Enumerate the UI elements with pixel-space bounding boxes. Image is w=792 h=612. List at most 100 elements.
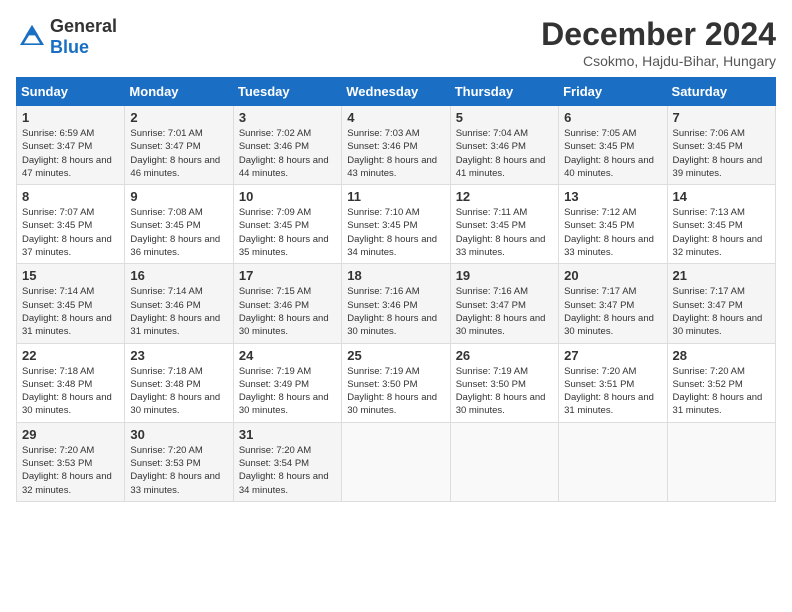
- day-number: 24: [239, 348, 336, 363]
- logo-blue-text: Blue: [50, 37, 89, 57]
- month-title: December 2024: [541, 16, 776, 53]
- day-info: Sunrise: 7:19 AMSunset: 3:50 PMDaylight:…: [456, 365, 553, 418]
- day-info: Sunrise: 7:16 AMSunset: 3:46 PMDaylight:…: [347, 285, 444, 338]
- day-info: Sunrise: 7:20 AMSunset: 3:53 PMDaylight:…: [22, 444, 119, 497]
- day-info: Sunrise: 7:07 AMSunset: 3:45 PMDaylight:…: [22, 206, 119, 259]
- calendar-cell: 19Sunrise: 7:16 AMSunset: 3:47 PMDayligh…: [450, 264, 558, 343]
- day-number: 15: [22, 268, 119, 283]
- column-header-sunday: Sunday: [17, 78, 125, 106]
- day-number: 9: [130, 189, 227, 204]
- day-number: 31: [239, 427, 336, 442]
- day-info: Sunrise: 7:20 AMSunset: 3:54 PMDaylight:…: [239, 444, 336, 497]
- day-number: 28: [673, 348, 770, 363]
- calendar-cell: 5 Sunrise: 7:04 AMSunset: 3:46 PMDaylight…: [450, 106, 558, 185]
- day-info: Sunrise: 7:18 AMSunset: 3:48 PMDaylight:…: [130, 365, 227, 418]
- day-info: Sunrise: 7:19 AMSunset: 3:49 PMDaylight:…: [239, 365, 336, 418]
- day-number: 14: [673, 189, 770, 204]
- day-number: 10: [239, 189, 336, 204]
- calendar-cell: 14 Sunrise: 7:13 AMSunset: 3:45 PMDayligh…: [667, 185, 775, 264]
- calendar-cell: 20 Sunrise: 7:17 AMSunset: 3:47 PMDayligh…: [559, 264, 667, 343]
- calendar-cell: 9Sunrise: 7:08 AMSunset: 3:45 PMDaylight…: [125, 185, 233, 264]
- day-number: 20: [564, 268, 661, 283]
- calendar-cell: 6Sunrise: 7:05 AMSunset: 3:45 PMDaylight…: [559, 106, 667, 185]
- calendar-cell: 15 Sunrise: 7:14 AMSunset: 3:45 PMDayligh…: [17, 264, 125, 343]
- day-info: Sunrise: 7:13 AMSunset: 3:45 PMDaylight:…: [673, 206, 770, 259]
- day-info: Sunrise: 7:20 AMSunset: 3:53 PMDaylight:…: [130, 444, 227, 497]
- calendar-cell: 12Sunrise: 7:11 AMSunset: 3:45 PMDayligh…: [450, 185, 558, 264]
- column-header-saturday: Saturday: [667, 78, 775, 106]
- day-number: 2: [130, 110, 227, 125]
- day-info: Sunrise: 7:16 AMSunset: 3:47 PMDaylight:…: [456, 285, 553, 338]
- calendar-cell: 25 Sunrise: 7:19 AMSunset: 3:50 PMDayligh…: [342, 343, 450, 422]
- calendar-cell: 17Sunrise: 7:15 AMSunset: 3:46 PMDayligh…: [233, 264, 341, 343]
- calendar-cell: 2Sunrise: 7:01 AMSunset: 3:47 PMDaylight…: [125, 106, 233, 185]
- day-info: Sunrise: 7:14 AMSunset: 3:45 PMDaylight:…: [22, 285, 119, 338]
- day-number: 1: [22, 110, 119, 125]
- day-number: 26: [456, 348, 553, 363]
- calendar-cell: 26 Sunrise: 7:19 AMSunset: 3:50 PMDayligh…: [450, 343, 558, 422]
- day-info: Sunrise: 7:17 AMSunset: 3:47 PMDaylight:…: [673, 285, 770, 338]
- calendar-table: SundayMondayTuesdayWednesdayThursdayFrid…: [16, 77, 776, 502]
- column-header-thursday: Thursday: [450, 78, 558, 106]
- day-number: 21: [673, 268, 770, 283]
- calendar-cell: 8 Sunrise: 7:07 AMSunset: 3:45 PMDaylight…: [17, 185, 125, 264]
- day-number: 16: [130, 268, 227, 283]
- calendar-cell: 28 Sunrise: 7:20 AMSunset: 3:52 PMDayligh…: [667, 343, 775, 422]
- calendar-cell: 22 Sunrise: 7:18 AMSunset: 3:48 PMDayligh…: [17, 343, 125, 422]
- day-number: 25: [347, 348, 444, 363]
- column-header-friday: Friday: [559, 78, 667, 106]
- calendar-cell: 30 Sunrise: 7:20 AMSunset: 3:53 PMDayligh…: [125, 422, 233, 501]
- day-info: Sunrise: 7:04 AMSunset: 3:46 PMDaylight:…: [456, 127, 553, 180]
- day-info: Sunrise: 7:17 AMSunset: 3:47 PMDaylight:…: [564, 285, 661, 338]
- day-number: 30: [130, 427, 227, 442]
- calendar-cell: 16Sunrise: 7:14 AMSunset: 3:46 PMDayligh…: [125, 264, 233, 343]
- calendar-week-row: 8 Sunrise: 7:07 AMSunset: 3:45 PMDaylight…: [17, 185, 776, 264]
- day-number: 3: [239, 110, 336, 125]
- calendar-header-row: SundayMondayTuesdayWednesdayThursdayFrid…: [17, 78, 776, 106]
- day-info: Sunrise: 7:02 AMSunset: 3:46 PMDaylight:…: [239, 127, 336, 180]
- calendar-cell: 13 Sunrise: 7:12 AMSunset: 3:45 PMDayligh…: [559, 185, 667, 264]
- day-info: Sunrise: 7:06 AMSunset: 3:45 PMDaylight:…: [673, 127, 770, 180]
- calendar-cell: 27 Sunrise: 7:20 AMSunset: 3:51 PMDayligh…: [559, 343, 667, 422]
- calendar-cell: 21 Sunrise: 7:17 AMSunset: 3:47 PMDayligh…: [667, 264, 775, 343]
- calendar-cell: [450, 422, 558, 501]
- column-header-tuesday: Tuesday: [233, 78, 341, 106]
- calendar-cell: 18 Sunrise: 7:16 AMSunset: 3:46 PMDayligh…: [342, 264, 450, 343]
- day-number: 27: [564, 348, 661, 363]
- day-info: Sunrise: 7:20 AMSunset: 3:52 PMDaylight:…: [673, 365, 770, 418]
- day-number: 8: [22, 189, 119, 204]
- day-number: 22: [22, 348, 119, 363]
- calendar-week-row: 22 Sunrise: 7:18 AMSunset: 3:48 PMDayligh…: [17, 343, 776, 422]
- logo: General Blue: [16, 16, 117, 58]
- day-info: Sunrise: 7:03 AMSunset: 3:46 PMDaylight:…: [347, 127, 444, 180]
- day-info: Sunrise: 7:19 AMSunset: 3:50 PMDaylight:…: [347, 365, 444, 418]
- page-header: General Blue December 2024 Csokmo, Hajdu…: [16, 16, 776, 69]
- calendar-cell: 23 Sunrise: 7:18 AMSunset: 3:48 PMDayligh…: [125, 343, 233, 422]
- column-header-wednesday: Wednesday: [342, 78, 450, 106]
- calendar-cell: [342, 422, 450, 501]
- logo-icon: [16, 21, 48, 53]
- calendar-week-row: 1 Sunrise: 6:59 AMSunset: 3:47 PMDaylight…: [17, 106, 776, 185]
- day-info: Sunrise: 7:09 AMSunset: 3:45 PMDaylight:…: [239, 206, 336, 259]
- day-info: Sunrise: 7:12 AMSunset: 3:45 PMDaylight:…: [564, 206, 661, 259]
- day-number: 18: [347, 268, 444, 283]
- day-info: Sunrise: 7:18 AMSunset: 3:48 PMDaylight:…: [22, 365, 119, 418]
- calendar-cell: 10 Sunrise: 7:09 AMSunset: 3:45 PMDayligh…: [233, 185, 341, 264]
- day-number: 5: [456, 110, 553, 125]
- day-number: 23: [130, 348, 227, 363]
- day-info: Sunrise: 6:59 AMSunset: 3:47 PMDaylight:…: [22, 127, 119, 180]
- day-info: Sunrise: 7:10 AMSunset: 3:45 PMDaylight:…: [347, 206, 444, 259]
- logo-general-text: General: [50, 16, 117, 36]
- calendar-cell: 7Sunrise: 7:06 AMSunset: 3:45 PMDaylight…: [667, 106, 775, 185]
- day-info: Sunrise: 7:05 AMSunset: 3:45 PMDaylight:…: [564, 127, 661, 180]
- location-subtitle: Csokmo, Hajdu-Bihar, Hungary: [541, 53, 776, 69]
- day-number: 29: [22, 427, 119, 442]
- day-number: 4: [347, 110, 444, 125]
- day-number: 13: [564, 189, 661, 204]
- day-info: Sunrise: 7:20 AMSunset: 3:51 PMDaylight:…: [564, 365, 661, 418]
- calendar-cell: 1 Sunrise: 6:59 AMSunset: 3:47 PMDaylight…: [17, 106, 125, 185]
- day-number: 12: [456, 189, 553, 204]
- title-block: December 2024 Csokmo, Hajdu-Bihar, Hunga…: [541, 16, 776, 69]
- day-info: Sunrise: 7:15 AMSunset: 3:46 PMDaylight:…: [239, 285, 336, 338]
- calendar-cell: [667, 422, 775, 501]
